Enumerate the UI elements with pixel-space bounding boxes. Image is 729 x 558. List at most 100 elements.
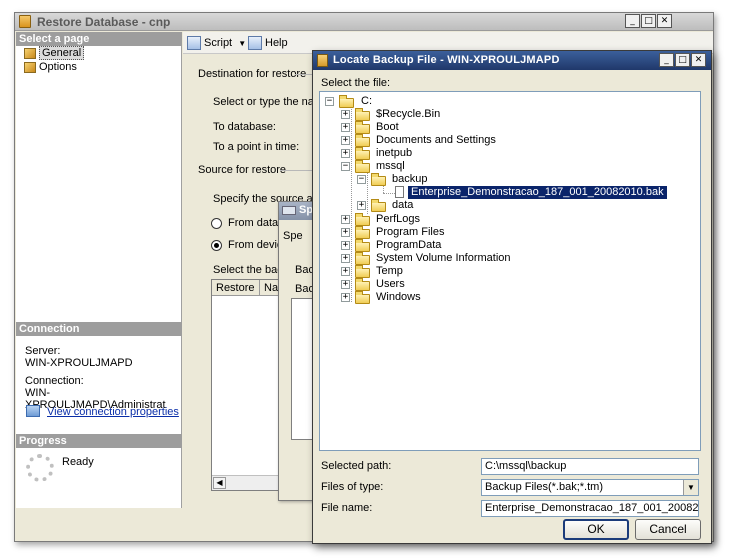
files-of-type-value: Backup Files(*.bak;*.tm) [485,481,603,493]
tree-node-label: C: [361,95,372,107]
file-name-label: File name: [321,502,373,514]
file-icon [395,186,404,198]
database-restore-icon [19,15,31,28]
page-item-general[interactable]: General [22,46,85,60]
file-tree[interactable]: − C: + $Recycle.Bin + Boot + Documents a… [319,91,701,451]
help-button[interactable]: Help [247,35,288,51]
tree-guide [383,193,395,194]
collapse-icon[interactable]: − [341,162,350,171]
help-label: Help [265,37,288,49]
script-button[interactable]: Script ▼ [186,35,246,51]
locate-dialog-title: Locate Backup File - WIN-XPROULJMAPD [333,54,560,66]
to-database-label: To database: [213,121,276,133]
destination-group-label: Destination for restore [198,68,307,80]
expand-icon[interactable]: + [341,254,350,263]
maximize-button[interactable]: □ [641,14,656,28]
expand-icon[interactable]: + [341,110,350,119]
selected-path-label: Selected path: [321,460,392,472]
select-page-header: Select a page [16,32,182,46]
tree-node-label: mssql [376,160,405,172]
tree-node-label: ProgramData [376,239,442,251]
chevron-down-icon[interactable]: ▼ [683,480,698,495]
expand-icon[interactable]: + [341,293,350,302]
folder-icon [355,278,370,291]
restore-titlebar[interactable]: Restore Database - cnp _ □ ✕ [15,13,713,31]
divider [280,170,315,171]
locate-titlebar[interactable]: Locate Backup File - WIN-XPROULJMAPD _ □… [313,51,711,70]
tree-guide [351,106,352,302]
server-label: Server: [25,345,61,357]
expand-icon[interactable]: + [341,267,350,276]
ok-button[interactable]: OK [563,519,629,540]
expand-icon[interactable]: + [341,136,350,145]
tree-node-label: PerfLogs [376,213,421,225]
from-device-radio[interactable] [211,240,222,251]
folder-icon [355,239,370,252]
locate-backup-file-dialog: Locate Backup File - WIN-XPROULJMAPD _ □… [312,50,712,544]
maximize-button[interactable]: □ [675,53,690,67]
folder-icon [355,121,370,134]
folder-icon [339,95,354,108]
database-icon [317,54,328,67]
folder-icon [355,291,370,304]
selected-path-field[interactable]: C:\mssql\backup [481,458,699,475]
restore-window-controls: _ □ ✕ [625,14,672,28]
expand-icon[interactable]: + [341,123,350,132]
connection-header: Connection [16,322,182,336]
tree-node-label: Users [376,278,405,290]
cancel-button[interactable]: Cancel [635,519,701,540]
script-label: Script [204,37,233,49]
folder-icon [371,173,386,186]
expand-icon[interactable]: + [341,228,350,237]
minimize-button[interactable]: _ [625,14,640,28]
expand-icon[interactable]: + [357,201,366,210]
expand-icon[interactable]: + [341,241,350,250]
file-name-field[interactable]: Enterprise_Demonstracao_187_001_20082010… [481,500,699,517]
expand-icon[interactable]: + [341,215,350,224]
page-item-label: Options [39,61,77,73]
collapse-icon[interactable]: − [325,97,334,106]
select-backup-label: Select the bac [213,264,283,276]
select-or-type-label: Select or type the nam [213,96,324,108]
scroll-left-icon[interactable]: ◀ [213,477,226,489]
select-file-label: Select the file: [321,77,391,89]
locate-window-controls: _ □ ✕ [659,53,706,67]
minimize-button[interactable]: _ [659,53,674,67]
tree-node-label: Temp [376,265,403,277]
connection-icon [26,405,40,417]
grid-header-restore[interactable]: Restore [212,280,260,296]
expand-icon[interactable]: + [341,149,350,158]
restore-window-title: Restore Database - cnp [37,15,171,29]
help-icon [248,36,262,50]
files-of-type-select[interactable]: Backup Files(*.bak;*.tm) ▼ [481,479,699,496]
from-database-label: From datab [228,217,285,229]
tree-node-label: Windows [376,291,421,303]
expand-icon[interactable]: + [341,280,350,289]
left-panel: Select a page General Options Connection… [16,32,182,508]
page-icon [24,62,36,73]
tree-node-label: data [392,199,414,211]
tree-node-label: System Volume Information [376,252,511,264]
connection-label: Connection: [25,375,84,387]
server-value: WIN-XPROULJMAPD [25,357,133,369]
files-of-type-label: Files of type: [321,481,384,493]
from-device-label: From devic [228,239,283,251]
collapse-icon[interactable]: − [357,175,366,184]
folder-icon [355,108,370,121]
close-button[interactable]: ✕ [657,14,672,28]
folder-icon [355,226,370,239]
page-item-options[interactable]: Options [22,61,77,74]
view-connection-properties-link[interactable]: View connection properties [47,406,179,418]
page-icon [24,48,36,59]
specify-backup-title: Sp [299,204,314,216]
folder-icon [355,252,370,265]
folder-icon [355,160,370,173]
to-point-in-time-label: To a point in time: [213,141,300,153]
from-database-radio[interactable] [211,218,222,229]
progress-spinner-icon [26,454,54,482]
close-button[interactable]: ✕ [691,53,706,67]
tree-guide [383,186,384,193]
folder-icon [355,147,370,160]
folder-icon [355,265,370,278]
tree-guide [367,173,368,214]
